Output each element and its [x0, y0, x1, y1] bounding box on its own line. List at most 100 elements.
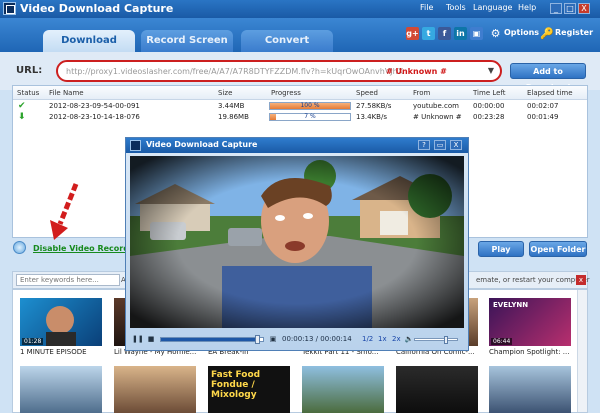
video-thumbnail[interactable] — [114, 366, 196, 413]
linkedin-icon[interactable]: in — [454, 27, 467, 40]
col-status[interactable]: Status — [17, 89, 39, 97]
row-time-left: 00:23:28 — [473, 113, 505, 121]
row-from: # Unknown # — [413, 113, 462, 121]
row-speed: 27.58KB/s — [356, 102, 392, 110]
tab-header: Download Record Screen Convert g+ t f in… — [0, 18, 600, 52]
help-button[interactable]: ? — [418, 140, 430, 150]
tab-record-screen[interactable]: Record Screen — [141, 30, 233, 52]
app-logo-icon — [130, 140, 141, 151]
seek-slider[interactable] — [160, 335, 264, 344]
tab-convert[interactable]: Convert — [241, 30, 333, 52]
menu-file[interactable]: File — [420, 3, 433, 12]
camera-icon[interactable]: ▣ — [268, 334, 278, 344]
duration-badge: 01:28 — [22, 338, 44, 345]
table-row[interactable]: ✔ 2012-08-23-09-54-00-091 3.44MB 100 % 2… — [13, 101, 587, 112]
tab-download[interactable]: Download — [43, 30, 135, 52]
menu-tools[interactable]: Tools — [446, 3, 466, 12]
row-elapsed: 00:02:07 — [527, 102, 559, 110]
thumbnail-overlay-text: Fast Food Fondue / Mixology — [211, 370, 261, 400]
volume-handle[interactable] — [443, 336, 448, 344]
register-button[interactable]: Register — [555, 28, 593, 37]
video-thumbnail[interactable] — [396, 366, 478, 413]
video-player-window: Video Download Capture ? ▭ X ❚❚ ■ ▣ 00:0… — [125, 137, 469, 351]
progress-bar: 100 % — [269, 102, 351, 110]
google-plus-icon[interactable]: g+ — [406, 27, 419, 40]
pause-icon[interactable]: ❚❚ — [132, 334, 144, 344]
duration-badge: 06:44 — [491, 338, 513, 345]
download-arrow-icon: ⬇ — [18, 112, 26, 122]
row-file: 2012-08-23-09-54-00-091 — [49, 102, 140, 110]
facebook-icon[interactable]: f — [438, 27, 451, 40]
gallery-scrollbar[interactable] — [577, 290, 587, 412]
stop-icon[interactable]: ■ — [146, 334, 156, 344]
options-button[interactable]: Options — [504, 28, 539, 37]
recorder-icon — [13, 241, 26, 254]
video-title[interactable]: 1 MINUTE EPISODE — [20, 348, 108, 356]
col-elapsed-time[interactable]: Elapsed time — [527, 89, 573, 97]
player-restore-icon[interactable]: ▭ — [434, 140, 446, 150]
video-thumbnail[interactable] — [302, 366, 384, 413]
video-thumbnail[interactable]: EVELYNN 06:44 — [489, 298, 571, 346]
row-size: 3.44MB — [218, 102, 245, 110]
col-time-left[interactable]: Time Left — [473, 89, 506, 97]
open-folder-button[interactable]: Open Folder — [529, 241, 587, 257]
row-elapsed: 00:01:49 — [527, 113, 559, 121]
add-to-download-button[interactable]: Add to Download — [510, 63, 586, 92]
window-title: Video Download Capture — [20, 2, 174, 15]
player-close-icon[interactable]: X — [450, 140, 462, 150]
video-frame[interactable] — [130, 156, 464, 328]
speed-1x-button[interactable]: 1x — [378, 335, 387, 343]
speed-2x-button[interactable]: 2x — [392, 335, 401, 343]
red-arrow-annotation — [50, 183, 79, 240]
twitter-icon[interactable]: t — [422, 27, 435, 40]
row-file: 2012-08-23-10-14-18-076 — [49, 113, 140, 121]
progress-bar: 7 % — [269, 113, 351, 121]
menu-language[interactable]: Language — [473, 3, 512, 12]
list-header: Status File Name Size Progress Speed Fro… — [13, 86, 587, 100]
keyword-search-input[interactable] — [16, 274, 120, 286]
url-label: URL: — [16, 65, 43, 76]
minimize-button[interactable]: _ — [550, 3, 562, 14]
url-value: http://proxy1.videoslasher.com/free/A/A7… — [66, 67, 404, 76]
title-bar: Video Download Capture File Tools Langua… — [0, 0, 600, 18]
player-title-bar[interactable]: Video Download Capture ? ▭ X — [126, 138, 468, 153]
thumbnail-overlay-text: EVELYNN — [493, 301, 529, 309]
col-speed[interactable]: Speed — [356, 89, 378, 97]
app-logo-icon — [3, 2, 16, 15]
windows-live-icon[interactable]: ▣ — [470, 27, 483, 40]
checkmark-icon: ✔ — [18, 101, 26, 111]
menu-help[interactable]: Help — [518, 3, 536, 12]
play-button[interactable]: Play — [478, 241, 524, 257]
col-file-name[interactable]: File Name — [49, 89, 84, 97]
row-size: 19.86MB — [218, 113, 249, 121]
col-from[interactable]: From — [413, 89, 430, 97]
progress-label: 7 % — [304, 113, 316, 120]
video-thumbnail[interactable]: Fast Food Fondue / Mixology — [208, 366, 290, 413]
seek-handle[interactable] — [254, 335, 260, 344]
video-thumbnail[interactable] — [20, 366, 102, 413]
video-title[interactable]: Champion Spotlight: ... — [489, 348, 577, 356]
info-message: emate, or restart your computer — [476, 276, 590, 284]
table-row[interactable]: ⬇ 2012-08-23-10-14-18-076 19.86MB 7 % 13… — [13, 112, 587, 123]
video-thumbnail[interactable] — [489, 366, 571, 413]
close-button[interactable]: X — [578, 3, 590, 14]
col-size[interactable]: Size — [218, 89, 232, 97]
key-icon[interactable]: 🔑 — [540, 27, 554, 40]
disable-video-recorder-link[interactable]: Disable Video Recorder — [33, 244, 138, 253]
maximize-button[interactable]: □ — [564, 3, 576, 14]
player-controls: ❚❚ ■ ▣ 00:00:13 / 00:00:14 1/2 1x 2x 🔈 — [130, 331, 464, 348]
video-thumbnail[interactable]: 01:28 — [20, 298, 102, 346]
chevron-down-icon[interactable]: ▼ — [488, 66, 494, 75]
row-time-left: 00:00:00 — [473, 102, 505, 110]
row-from: youtube.com — [413, 102, 459, 110]
dismiss-info-button[interactable]: x — [576, 275, 586, 285]
volume-slider[interactable] — [414, 336, 458, 344]
playback-time: 00:00:13 / 00:00:14 — [282, 335, 352, 343]
volume-icon[interactable]: 🔈 — [404, 334, 414, 344]
gear-icon[interactable]: ⚙ — [489, 27, 502, 40]
url-input[interactable]: http://proxy1.videoslasher.com/free/A/A7… — [56, 60, 502, 82]
row-speed: 13.4KB/s — [356, 113, 387, 121]
col-progress[interactable]: Progress — [271, 89, 301, 97]
speed-half-button[interactable]: 1/2 — [362, 335, 373, 343]
progress-label: 100 % — [300, 102, 320, 109]
